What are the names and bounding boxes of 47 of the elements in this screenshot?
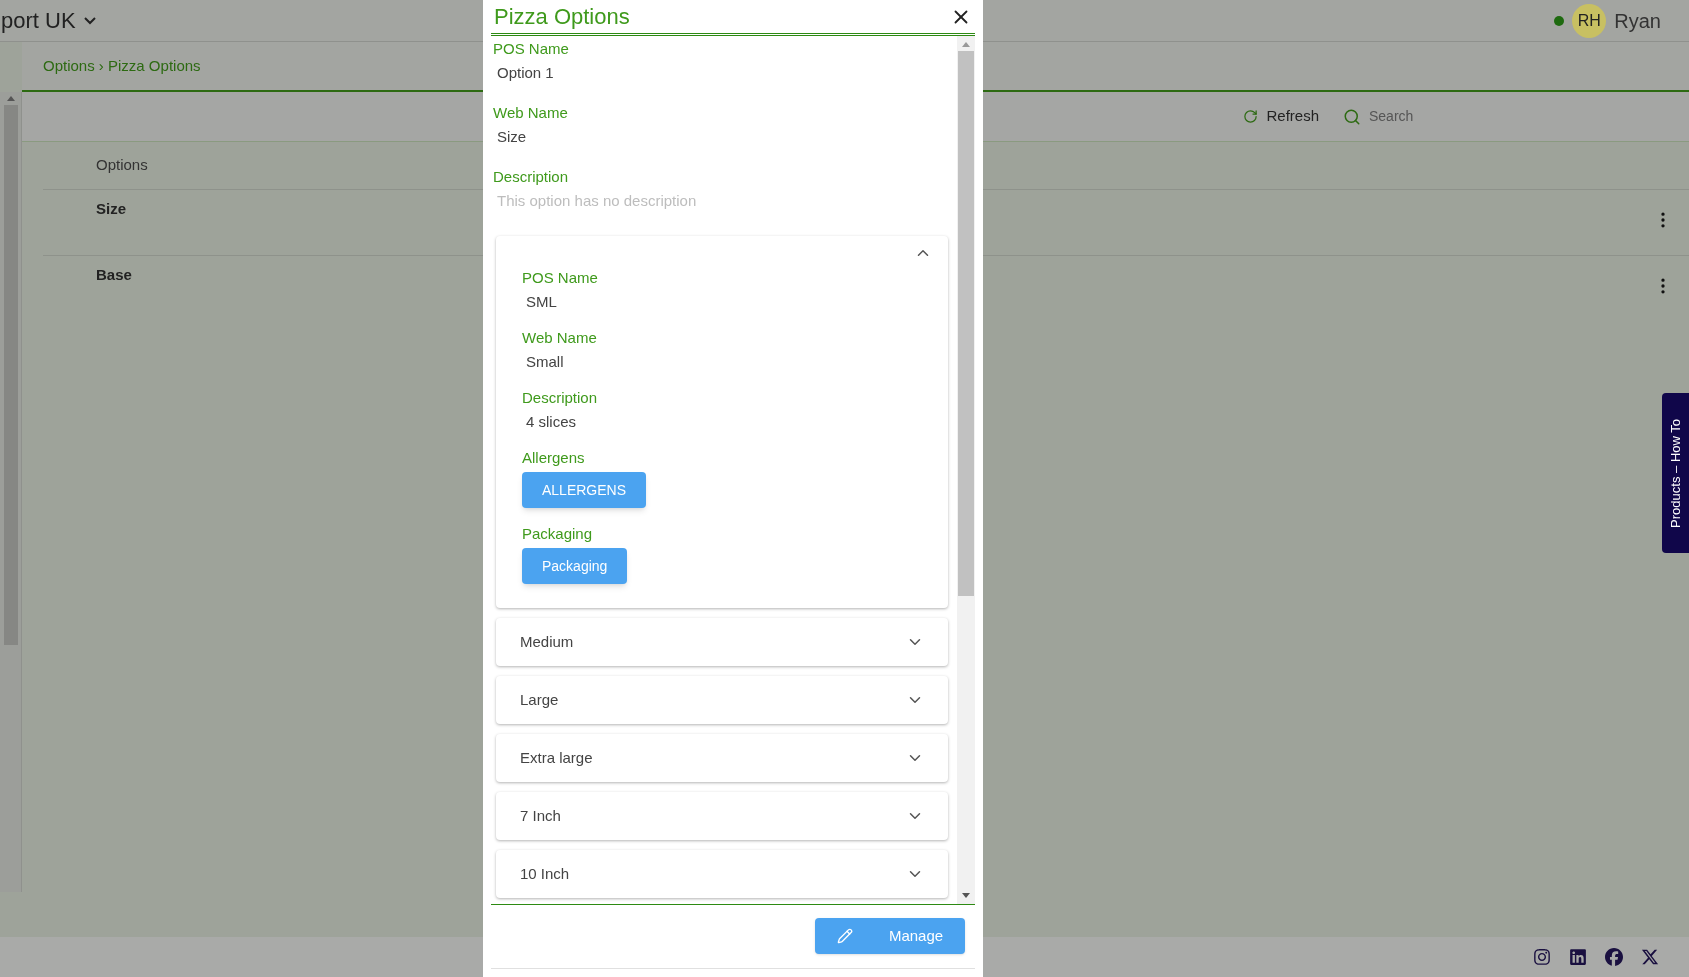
scroll-up-icon[interactable] xyxy=(6,96,15,101)
side-tab[interactable]: Products – How To xyxy=(1662,393,1689,553)
option-title: Medium xyxy=(520,631,574,652)
column-header: Options xyxy=(96,155,148,176)
scroll-down-icon[interactable] xyxy=(962,893,970,898)
field-label: Description xyxy=(493,167,570,187)
modal-title: Pizza Options xyxy=(494,3,630,31)
refresh-button[interactable]: Refresh xyxy=(1243,105,1319,128)
facebook-icon[interactable] xyxy=(1605,948,1623,966)
option-row[interactable]: Large xyxy=(496,676,948,724)
field-label: POS Name xyxy=(493,39,570,59)
option-row[interactable]: Medium xyxy=(496,618,948,666)
option-row[interactable]: 7 Inch xyxy=(496,792,948,840)
site-selector[interactable]: port UK xyxy=(0,4,96,37)
table-cell-text: Size xyxy=(96,199,126,219)
pencil-icon xyxy=(836,928,853,944)
field-value: Option 1 xyxy=(497,63,555,83)
field-value: 4 slices xyxy=(526,412,578,432)
option-title: Large xyxy=(520,689,559,710)
linkedin-icon[interactable] xyxy=(1569,948,1587,966)
field-label: Packaging xyxy=(522,524,594,544)
field-label: Web Name xyxy=(522,328,598,348)
field-label: POS Name xyxy=(522,268,599,288)
option-row[interactable]: Extra large xyxy=(496,734,948,782)
option-title: Extra large xyxy=(520,747,593,768)
breadcrumb: Options › Pizza Options xyxy=(43,55,201,76)
field-value: Small xyxy=(526,352,565,372)
instagram-icon[interactable] xyxy=(1533,948,1551,966)
x-icon[interactable] xyxy=(1641,948,1659,966)
user-name: Ryan xyxy=(1614,8,1661,34)
field-label: Description xyxy=(522,388,599,408)
option-row[interactable]: 10 Inch xyxy=(496,850,948,898)
refresh-icon xyxy=(1243,109,1259,124)
option-title: 7 Inch xyxy=(520,805,561,826)
scrollbar[interactable] xyxy=(957,36,975,904)
field-label: Web Name xyxy=(493,103,569,123)
avatar[interactable]: RH xyxy=(1572,3,1607,38)
search-field[interactable]: Search xyxy=(1369,106,1429,127)
scrollbar[interactable] xyxy=(0,92,22,892)
table-cell-text: Base xyxy=(96,265,132,285)
caret-icon xyxy=(83,16,96,25)
field-value: SML xyxy=(526,292,558,312)
field-value: This option has no description xyxy=(497,191,698,211)
field-value: Size xyxy=(497,127,528,147)
option-title: 10 Inch xyxy=(520,863,570,884)
search-icon xyxy=(1343,107,1361,126)
field-label: Allergens xyxy=(522,448,586,468)
